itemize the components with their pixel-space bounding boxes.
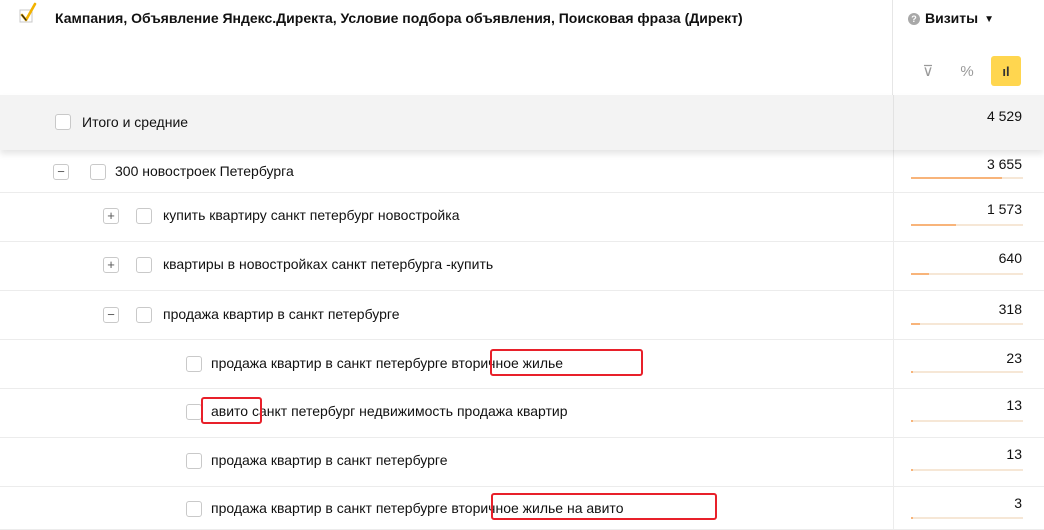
row-value: 3 655 — [986, 156, 1022, 172]
totals-value: 4 529 — [986, 108, 1022, 124]
share-bar-fill — [911, 273, 929, 275]
row-checkbox[interactable] — [186, 501, 202, 517]
row-value: 13 — [1006, 446, 1022, 462]
row-checkbox[interactable] — [90, 164, 106, 180]
totals-checkbox[interactable] — [55, 114, 71, 130]
totals-row: Итого и средние 4 529 — [0, 95, 1044, 150]
share-bar-fill — [911, 224, 956, 226]
highlight-frame — [490, 349, 643, 376]
percent-icon[interactable]: % — [952, 56, 982, 86]
row-value: 318 — [998, 301, 1022, 317]
checkmark-icon[interactable] — [18, 2, 40, 24]
column-divider — [893, 291, 894, 340]
row-value: 3 — [1014, 495, 1022, 511]
row-checkbox[interactable] — [136, 257, 152, 273]
row-checkbox[interactable] — [136, 208, 152, 224]
column-divider — [893, 487, 894, 530]
dimensions-header-cell: Кампания, Объявление Яндекс.Директа, Усл… — [0, 0, 893, 95]
row-label[interactable]: авито санкт петербург недвижимость прода… — [211, 403, 568, 419]
dimensions-title[interactable]: Кампания, Объявление Яндекс.Директа, Усл… — [55, 10, 743, 26]
share-bar — [911, 224, 1023, 226]
collapse-icon[interactable]: − — [53, 164, 69, 180]
share-bar — [911, 177, 1023, 179]
column-divider — [893, 438, 894, 487]
share-bar — [911, 517, 1023, 519]
table-header: Кампания, Объявление Яндекс.Директа, Усл… — [0, 0, 1044, 95]
table-row: продажа квартир в санкт петербурге 13 — [0, 438, 1044, 487]
row-value: 23 — [1006, 350, 1022, 366]
share-bar-fill — [911, 469, 913, 471]
column-divider — [893, 144, 894, 193]
table-row: − 300 новостроек Петербурга 3 655 — [0, 144, 1044, 193]
column-divider — [893, 389, 894, 438]
table-row: − продажа квартир в санкт петербурге 318 — [0, 291, 1044, 340]
row-label[interactable]: купить квартиру санкт петербург новостро… — [163, 207, 459, 223]
row-value: 1 573 — [986, 201, 1022, 217]
row-checkbox[interactable] — [186, 356, 202, 372]
table-row: + квартиры в новостройках санкт петербур… — [0, 242, 1044, 291]
metric-label: Визиты — [925, 10, 979, 26]
table-row: продажа квартир в санкт петербурге втори… — [0, 340, 1044, 389]
highlight-frame — [201, 397, 262, 424]
expand-icon[interactable]: + — [103, 208, 119, 224]
row-checkbox[interactable] — [186, 404, 202, 420]
collapse-icon[interactable]: − — [103, 307, 119, 323]
help-icon[interactable]: ? — [908, 13, 920, 25]
column-divider — [893, 242, 894, 291]
row-checkbox[interactable] — [186, 453, 202, 469]
row-checkbox[interactable] — [136, 307, 152, 323]
row-value: 13 — [1006, 397, 1022, 413]
metric-selector[interactable]: ? Визиты ▼ — [908, 10, 994, 26]
row-value: 640 — [998, 250, 1022, 266]
share-bar — [911, 420, 1023, 422]
table-row: авито санкт петербург недвижимость прода… — [0, 389, 1044, 438]
totals-label: Итого и средние — [82, 114, 189, 130]
share-bar-fill — [911, 517, 913, 519]
column-divider — [893, 340, 894, 389]
table-row: + купить квартиру санкт петербург новост… — [0, 193, 1044, 242]
share-bar — [911, 323, 1023, 325]
row-label[interactable]: продажа квартир в санкт петербурге — [211, 452, 448, 468]
row-label[interactable]: квартиры в новостройках санкт петербурга… — [163, 256, 493, 272]
chevron-down-icon: ▼ — [984, 14, 995, 25]
share-bar — [911, 469, 1023, 471]
share-bar — [911, 273, 1023, 275]
row-label[interactable]: продажа квартир в санкт петербурге — [163, 306, 400, 322]
table-row: продажа квартир в санкт петербурге втори… — [0, 487, 1044, 530]
share-bar-fill — [911, 420, 913, 422]
column-divider — [893, 193, 894, 242]
highlight-frame — [491, 493, 717, 520]
row-label[interactable]: 300 новостроек Петербурга — [115, 163, 294, 179]
filter-icon[interactable]: ⊽ — [913, 56, 943, 86]
bar-chart-icon[interactable]: ıl — [991, 56, 1021, 86]
share-bar-fill — [911, 323, 920, 325]
expand-icon[interactable]: + — [103, 257, 119, 273]
share-bar-fill — [911, 177, 1002, 179]
share-bar-fill — [911, 371, 913, 373]
share-bar — [911, 371, 1023, 373]
column-divider — [893, 95, 894, 150]
